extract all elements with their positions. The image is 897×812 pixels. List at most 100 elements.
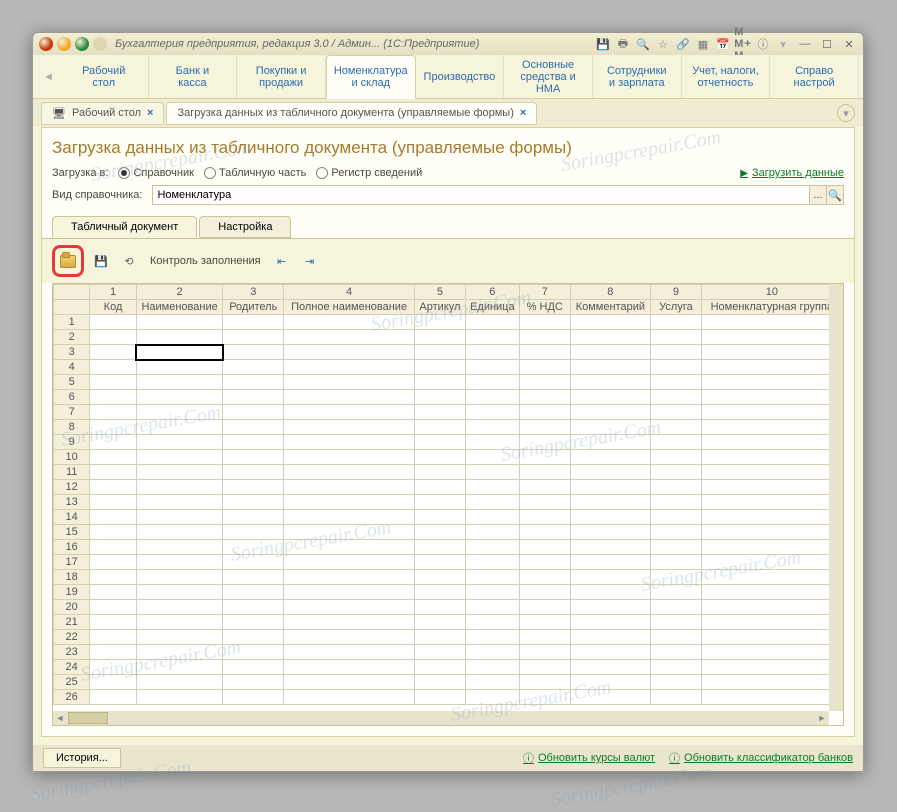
cell[interactable]	[284, 450, 415, 465]
cell[interactable]	[570, 315, 651, 330]
cell[interactable]	[284, 360, 415, 375]
cell[interactable]	[465, 435, 519, 450]
cell[interactable]	[520, 630, 570, 645]
tab-close-icon[interactable]: ×	[520, 107, 526, 119]
control-fill-button[interactable]: Контроль заполнения	[146, 255, 265, 267]
cell[interactable]	[284, 540, 415, 555]
cell[interactable]	[284, 525, 415, 540]
cell[interactable]	[415, 420, 465, 435]
cell[interactable]	[90, 450, 136, 465]
cell[interactable]	[284, 330, 415, 345]
cell[interactable]	[651, 375, 701, 390]
cell[interactable]	[701, 570, 842, 585]
cell[interactable]	[570, 600, 651, 615]
cell[interactable]	[570, 540, 651, 555]
cell[interactable]	[701, 405, 842, 420]
cell[interactable]	[570, 390, 651, 405]
cell[interactable]	[570, 630, 651, 645]
cell[interactable]	[415, 330, 465, 345]
cell[interactable]	[136, 675, 223, 690]
update-rates-link[interactable]: Обновить курсы валют	[523, 750, 655, 766]
cell[interactable]	[651, 570, 701, 585]
cell[interactable]	[520, 405, 570, 420]
cell[interactable]	[223, 330, 284, 345]
cell[interactable]	[651, 330, 701, 345]
cell[interactable]	[701, 660, 842, 675]
cell[interactable]	[520, 480, 570, 495]
cell[interactable]	[415, 315, 465, 330]
cell[interactable]	[136, 630, 223, 645]
cell[interactable]	[223, 600, 284, 615]
cell[interactable]	[651, 405, 701, 420]
cell[interactable]	[570, 510, 651, 525]
cell[interactable]	[223, 345, 284, 360]
cell[interactable]	[284, 465, 415, 480]
cell[interactable]	[415, 615, 465, 630]
cell[interactable]	[136, 435, 223, 450]
cell[interactable]	[701, 330, 842, 345]
cell[interactable]	[570, 675, 651, 690]
cell[interactable]	[465, 645, 519, 660]
spreadsheet-grid[interactable]: 12345678910КодНаименованиеРодительПолное…	[52, 283, 844, 726]
cell[interactable]	[223, 450, 284, 465]
cell[interactable]	[415, 435, 465, 450]
cell[interactable]	[90, 615, 136, 630]
cell[interactable]	[90, 630, 136, 645]
cell[interactable]	[284, 615, 415, 630]
cell[interactable]	[701, 645, 842, 660]
cell[interactable]	[570, 585, 651, 600]
memory-buttons[interactable]: M M+ M-	[735, 36, 751, 52]
cell[interactable]	[136, 690, 223, 705]
cell[interactable]	[651, 525, 701, 540]
cell[interactable]	[90, 495, 136, 510]
nav-item-4[interactable]: Производство	[416, 55, 505, 98]
nav-item-5[interactable]: Основныесредства и НМА	[504, 55, 593, 98]
cell[interactable]	[90, 585, 136, 600]
cell[interactable]	[136, 375, 223, 390]
cell[interactable]	[415, 645, 465, 660]
cell[interactable]	[284, 480, 415, 495]
tab-settings[interactable]: Настройка	[199, 216, 291, 238]
cell[interactable]	[651, 675, 701, 690]
cell[interactable]	[651, 690, 701, 705]
cell[interactable]	[651, 555, 701, 570]
star-icon[interactable]: ☆	[655, 36, 671, 52]
cell[interactable]	[570, 525, 651, 540]
cell[interactable]	[223, 420, 284, 435]
cell[interactable]	[701, 375, 842, 390]
cell[interactable]	[651, 630, 701, 645]
radio-register[interactable]: Регистр сведений	[316, 167, 422, 179]
cell[interactable]	[651, 540, 701, 555]
cell[interactable]	[415, 345, 465, 360]
cell[interactable]	[284, 570, 415, 585]
cell[interactable]	[701, 540, 842, 555]
cell[interactable]	[223, 615, 284, 630]
cell[interactable]	[651, 615, 701, 630]
cell[interactable]	[415, 405, 465, 420]
cell[interactable]	[570, 345, 651, 360]
save-icon[interactable]: 💾	[595, 36, 611, 52]
cell[interactable]	[520, 420, 570, 435]
cell[interactable]	[284, 495, 415, 510]
cell[interactable]	[90, 315, 136, 330]
cell[interactable]	[570, 555, 651, 570]
cell[interactable]	[465, 465, 519, 480]
cell[interactable]	[223, 390, 284, 405]
cell[interactable]	[415, 600, 465, 615]
cell[interactable]	[520, 330, 570, 345]
cell[interactable]	[415, 495, 465, 510]
print-icon[interactable]: 🖶	[615, 36, 631, 52]
cell[interactable]	[284, 585, 415, 600]
cell[interactable]	[136, 570, 223, 585]
ref-type-search-button[interactable]: 🔍	[826, 185, 844, 205]
cell[interactable]	[701, 615, 842, 630]
info-icon[interactable]: ⓘ	[755, 36, 771, 52]
cell[interactable]	[284, 435, 415, 450]
cell[interactable]	[520, 660, 570, 675]
update-banks-link[interactable]: Обновить классификатор банков	[669, 750, 853, 766]
cell[interactable]	[223, 360, 284, 375]
ref-type-more-button[interactable]: ...	[809, 185, 827, 205]
cell[interactable]	[223, 495, 284, 510]
cell[interactable]	[136, 495, 223, 510]
nav-item-6[interactable]: Сотрудникии зарплата	[593, 55, 682, 98]
